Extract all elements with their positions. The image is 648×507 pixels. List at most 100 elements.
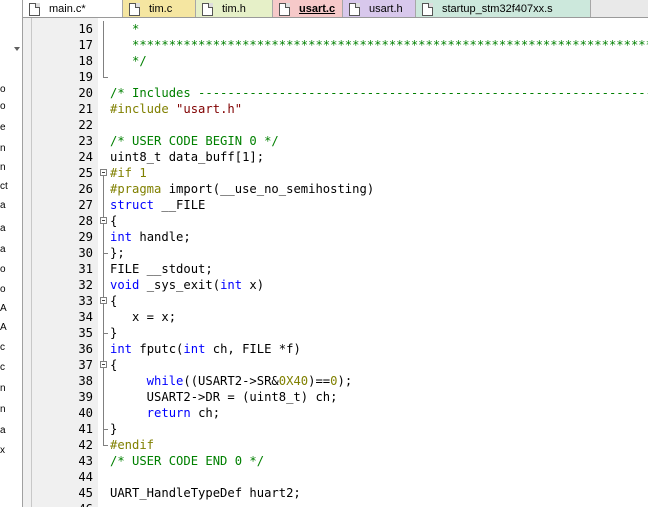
fold-marker — [100, 437, 108, 453]
file-tab[interactable]: usart.c — [273, 0, 343, 17]
code-line[interactable]: 16 * — [23, 21, 648, 37]
code-line[interactable]: 29 int handle; — [23, 229, 648, 245]
code-line[interactable]: 34 x = x; — [23, 309, 648, 325]
code-token: struct — [110, 198, 162, 212]
fold-marker — [100, 53, 108, 69]
code-token: 1 — [139, 166, 147, 180]
code-line[interactable]: 38 while((USART2->SR&0X40)==0); — [23, 373, 648, 389]
line-number: 43 — [78, 454, 93, 468]
code-line[interactable]: 26 #pragma import(__use_no_semihosting) — [23, 181, 648, 197]
project-tree-item[interactable]: a — [0, 200, 22, 212]
code-line[interactable]: 42 #endif — [23, 437, 648, 453]
code-line[interactable]: 22 — [23, 117, 648, 133]
code-line[interactable]: 36 int fputc(int ch, FILE *f) — [23, 341, 648, 357]
collapse-arrow-icon[interactable] — [14, 36, 20, 51]
code-token: #pragma — [110, 182, 169, 196]
fold-marker — [100, 245, 108, 261]
file-tab-label: usart.c — [299, 2, 336, 15]
code-line[interactable]: 44 — [23, 469, 648, 485]
file-tab[interactable]: tim.h — [196, 0, 273, 17]
code-token: { — [110, 358, 118, 372]
file-tab[interactable]: startup_stm32f407xx.s — [416, 0, 591, 17]
code-text: /* Includes ----------------------------… — [110, 85, 648, 101]
code-line[interactable]: 43 /* USER CODE END 0 */ — [23, 453, 648, 469]
code-line[interactable]: 25 #if 1 — [23, 165, 648, 181]
fold-marker — [100, 69, 108, 85]
project-tree-item[interactable]: a — [0, 425, 22, 437]
code-text: /* USER CODE END 0 */ — [110, 453, 264, 469]
fold-marker — [100, 277, 108, 293]
code-line[interactable]: 21 #include "usart.h" — [23, 101, 648, 117]
code-line[interactable]: 41} — [23, 421, 648, 437]
code-token: /* Includes ----------------------------… — [110, 86, 648, 100]
code-line[interactable]: 35} — [23, 325, 648, 341]
code-line[interactable]: 31 FILE __stdout; — [23, 261, 648, 277]
code-token: )== — [308, 374, 331, 388]
file-tab-label: startup_stm32f407xx.s — [442, 2, 553, 15]
project-tree-item[interactable]: n — [0, 162, 22, 174]
project-tree-item[interactable]: A — [0, 322, 22, 334]
code-token: while — [110, 374, 184, 388]
line-number: 29 — [78, 230, 93, 244]
project-pane[interactable]: o o e n n ct a a a o o A Ac c n n a x — [0, 0, 23, 507]
line-number: 18 — [78, 54, 93, 68]
file-icon — [29, 2, 40, 16]
fold-marker[interactable] — [100, 357, 108, 373]
code-token: return — [110, 406, 199, 420]
line-number: 42 — [78, 438, 93, 452]
file-tab-bar: main.c* tim.c tim.h usart.c usart.h startup_s… — [23, 0, 648, 18]
fold-marker — [100, 341, 108, 357]
code-line[interactable]: 24 uint8_t data_buff[1]; — [23, 149, 648, 165]
project-tree-item[interactable]: o — [0, 101, 22, 113]
project-tree-item[interactable]: x — [0, 445, 22, 457]
project-tree-item[interactable]: n — [0, 383, 22, 395]
file-tab[interactable]: main.c* — [23, 0, 123, 17]
project-tree-item[interactable]: c — [0, 342, 22, 354]
code-line[interactable]: 39 USART2->DR = (uint8_t) ch; — [23, 389, 648, 405]
code-line[interactable]: 32 void _sys_exit(int x) — [23, 277, 648, 293]
project-tree-item[interactable]: n — [0, 404, 22, 416]
code-line[interactable]: 27 struct __FILE — [23, 197, 648, 213]
code-line[interactable]: 23 /* USER CODE BEGIN 0 */ — [23, 133, 648, 149]
project-tree-item[interactable]: o — [0, 284, 22, 296]
file-tab[interactable]: usart.h — [343, 0, 416, 17]
project-tree-item[interactable]: a — [0, 244, 22, 256]
line-number: 16 — [78, 22, 93, 36]
line-number: 26 — [78, 182, 93, 196]
project-tree-item[interactable]: n — [0, 143, 22, 155]
fold-marker[interactable] — [100, 165, 108, 181]
project-tree-item[interactable]: e — [0, 122, 22, 134]
code-token: "usart.h" — [176, 102, 243, 116]
fold-marker[interactable] — [100, 293, 108, 309]
line-number: 21 — [78, 102, 93, 116]
project-tree-item[interactable]: o — [0, 264, 22, 276]
code-editor[interactable]: 16 * 17 *********************************… — [23, 18, 648, 507]
code-line[interactable]: 19 — [23, 69, 648, 85]
code-text: { — [110, 213, 117, 229]
project-tree-item[interactable]: o — [0, 84, 22, 96]
fold-marker[interactable] — [100, 213, 108, 229]
file-tab[interactable]: tim.c — [123, 0, 196, 17]
code-line[interactable]: 30}; — [23, 245, 648, 261]
code-text: #pragma import(__use_no_semihosting) — [110, 181, 374, 197]
code-text: return ch; — [110, 405, 220, 421]
code-line[interactable]: 17 *************************************… — [23, 37, 648, 53]
file-icon — [202, 2, 213, 16]
project-tree-item[interactable]: ct — [0, 181, 22, 193]
code-token: */ — [110, 54, 147, 68]
project-tree-item[interactable]: A — [0, 303, 22, 315]
file-icon — [349, 2, 360, 16]
code-line[interactable]: 33 { — [23, 293, 648, 309]
code-line[interactable]: 37 { — [23, 357, 648, 373]
code-token: uint8_t data_buff[1]; — [110, 150, 265, 164]
code-line[interactable]: 40 return ch; — [23, 405, 648, 421]
code-line[interactable]: 46 — [23, 501, 648, 507]
code-line[interactable]: 18 */ — [23, 53, 648, 69]
project-tree-item[interactable]: a — [0, 223, 22, 235]
code-line[interactable]: 28 { — [23, 213, 648, 229]
code-text: } — [110, 325, 117, 341]
project-tree-item[interactable]: c — [0, 362, 22, 374]
line-number: 17 — [78, 38, 93, 52]
code-line[interactable]: 20 /* Includes --------------------------… — [23, 85, 648, 101]
code-line[interactable]: 45 UART_HandleTypeDef huart2; — [23, 485, 648, 501]
